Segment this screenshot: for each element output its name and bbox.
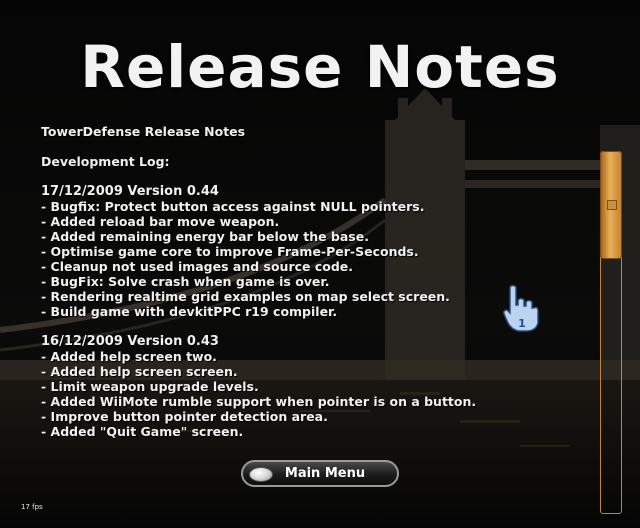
version-item: - Rendering realtime grid examples on ma…: [41, 289, 450, 304]
main-menu-button[interactable]: Main Menu: [241, 460, 399, 487]
main-menu-label: Main Menu: [284, 466, 366, 481]
version-item: - Added "Quit Game" screen.: [41, 424, 244, 439]
version-heading: 17/12/2009 Version 0.44: [41, 184, 219, 199]
version-item: - Build game with devkitPPC r19 compiler…: [41, 304, 338, 319]
wiimote-hand-pointer-icon: 1: [503, 284, 539, 332]
page-title: Release Notes: [80, 33, 560, 101]
scrollbar-grip-icon: [607, 200, 617, 210]
fps-counter: 17 fps: [21, 503, 43, 511]
version-item: - Bugfix: Protect button access against …: [41, 199, 425, 214]
version-item: - Optimise game core to improve Frame-Pe…: [41, 244, 419, 259]
version-item: - Added WiiMote rumble support when poin…: [41, 394, 477, 409]
release-notes-text: TowerDefense Release Notes Development L…: [41, 124, 571, 439]
version-item: - Added reload bar move weapon.: [41, 214, 280, 229]
button-oval-icon: [249, 467, 273, 482]
notes-header: TowerDefense Release Notes: [41, 124, 246, 139]
version-item: - BugFix: Solve crash when game is over.: [41, 274, 330, 289]
version-item: - Cleanup not used images and source cod…: [41, 259, 354, 274]
version-item: - Improve button pointer detection area.: [41, 409, 328, 424]
version-item: - Added remaining energy bar below the b…: [41, 229, 369, 244]
development-log-title: Development Log:: [41, 154, 170, 169]
version-item: - Added help screen screen.: [41, 364, 238, 379]
version-heading: 16/12/2009 Version 0.43: [41, 334, 219, 349]
version-item: - Limit weapon upgrade levels.: [41, 379, 259, 394]
player-number: 1: [518, 317, 526, 330]
version-item: - Added help screen two.: [41, 349, 217, 364]
